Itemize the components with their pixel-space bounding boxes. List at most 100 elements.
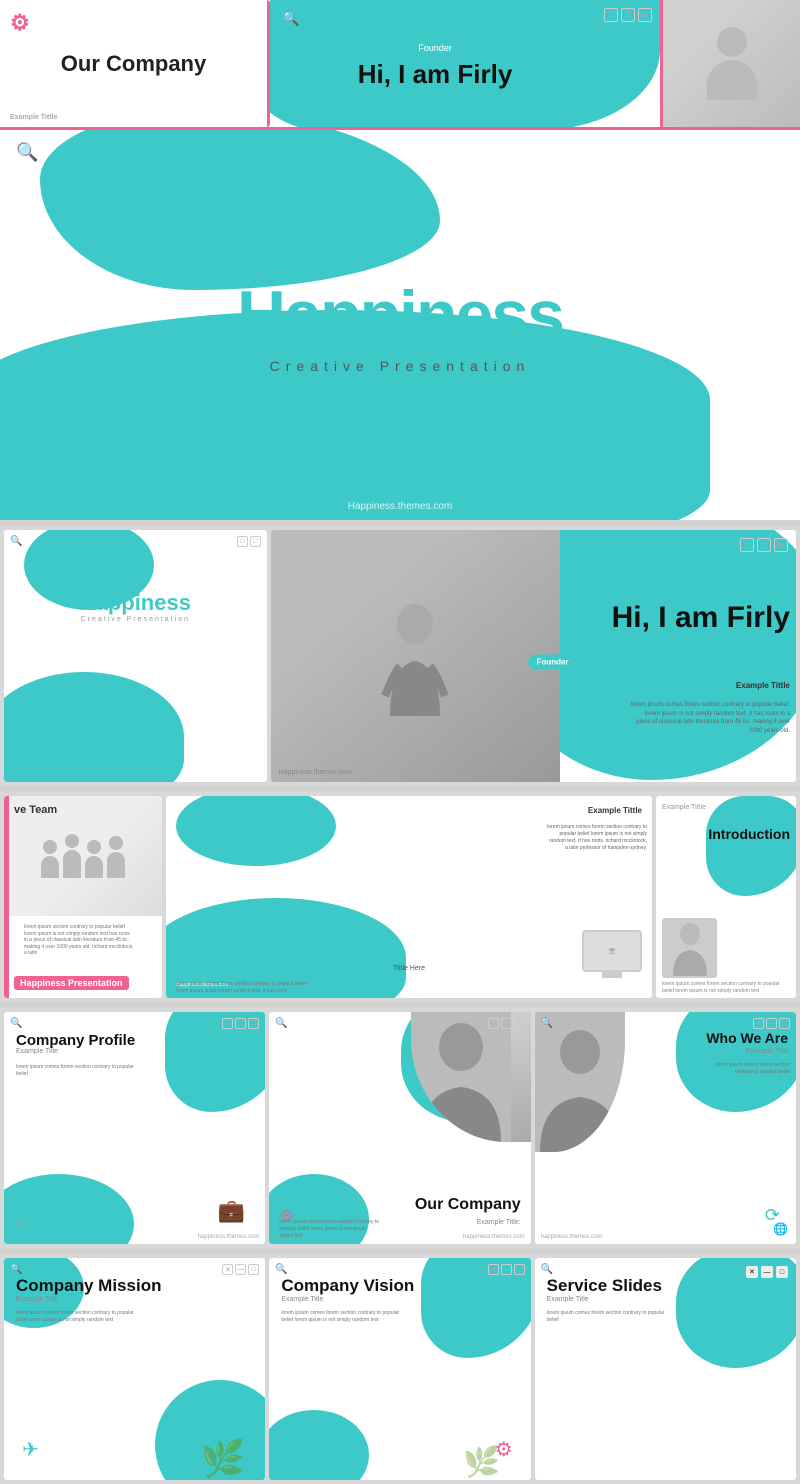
oc-icon-3: □ bbox=[514, 1018, 525, 1029]
vision-decor: 🌿 bbox=[463, 1445, 500, 1480]
founder-badge: Founder bbox=[410, 41, 460, 55]
search-icon-service: 🔍 bbox=[541, 1264, 553, 1275]
mc-body: lorem ipsum comes forem section contrary… bbox=[547, 824, 647, 852]
mission-body: lorem ipsum comes forem section contrary… bbox=[16, 1310, 136, 1324]
top-left-example: Example Tittle bbox=[10, 114, 57, 121]
monitor-shape: 🖥 bbox=[582, 930, 642, 972]
person-name-top: Hi, I am Firly bbox=[358, 59, 513, 90]
who-we-are-subtitle: Example Title bbox=[746, 1048, 788, 1055]
search-icon-happiness: 🔍 bbox=[10, 536, 22, 547]
top-icons-oc: □ □ □ bbox=[488, 1018, 525, 1029]
search-icon-mission: 🔍 bbox=[10, 1264, 22, 1275]
service-body: lorem ipsum comes forem section contrary… bbox=[547, 1310, 667, 1324]
happiness-title: Happiness bbox=[80, 590, 191, 616]
briefcase-icon: 💼 bbox=[218, 1198, 245, 1224]
intro-label: Example Tittle bbox=[662, 804, 706, 811]
our-company-card: 🔍 □ □ □ ⚙ Our Company Example Title: lor… bbox=[269, 1012, 530, 1244]
person-socials: t f in bbox=[740, 538, 788, 552]
person-figure bbox=[380, 596, 450, 716]
monitor-stand bbox=[602, 972, 622, 978]
search-icon: 🔍 bbox=[282, 10, 299, 27]
mission-subtitle: Example Title bbox=[16, 1296, 58, 1303]
team-figure-2 bbox=[63, 834, 81, 878]
search-icon-wwa: 🔍 bbox=[541, 1018, 553, 1029]
top-icons-wwa: ✕ — □ bbox=[753, 1018, 790, 1029]
oc-icon-2: □ bbox=[501, 1018, 512, 1029]
monitor-screen: 🖥 bbox=[608, 948, 616, 955]
vision-body: lorem ipsum comes forem section contrary… bbox=[281, 1310, 401, 1324]
mid-slide-card: Example Tittle lorem ipsum comes forem s… bbox=[166, 796, 652, 998]
row4: 🔍 ✕ — □ Company Mission Example Title lo… bbox=[0, 1254, 800, 1484]
row-large: 🔍 □ □ Happiness Creative Presentation ha… bbox=[0, 526, 800, 786]
team-body: lorem ipsum section contrary to popular … bbox=[14, 922, 144, 959]
top-banner: ⚙ Our Company Example Tittle t f in 🔍 Fo… bbox=[0, 0, 800, 130]
hero-title: Happiness bbox=[237, 276, 563, 354]
team-figure-3 bbox=[85, 840, 103, 878]
service-subtitle: Example Title bbox=[547, 1296, 589, 1303]
cp-icon-3: □ bbox=[248, 1018, 259, 1029]
team-figure-4 bbox=[107, 836, 125, 878]
hero-blob-top bbox=[40, 130, 440, 290]
happiness-sub: Creative Presentation bbox=[81, 616, 190, 623]
vision-title: Company Vision bbox=[281, 1276, 414, 1296]
top-icons-happiness: □ □ bbox=[237, 536, 261, 547]
wwa-icon-sq: □ bbox=[779, 1018, 790, 1029]
cp-icon-1: □ bbox=[222, 1018, 233, 1029]
person-silhouette bbox=[707, 27, 757, 100]
row2: ve Team lorem ipsum section contrary to … bbox=[0, 792, 800, 1002]
search-icon-vision: 🔍 bbox=[275, 1264, 287, 1275]
mc-tittle: Tittle Here bbox=[393, 965, 425, 972]
s-icon-x: ✕ bbox=[746, 1266, 758, 1278]
top-icons-cp: □ □ □ bbox=[222, 1018, 259, 1029]
oc-figure bbox=[411, 1012, 511, 1142]
person-body bbox=[707, 60, 757, 100]
our-company-subtitle: Example Title: bbox=[477, 1219, 521, 1226]
pink-bar-team bbox=[4, 796, 9, 998]
intro-body: lorem ipsum comes forem section contrary… bbox=[662, 981, 790, 994]
person-photo bbox=[271, 530, 560, 782]
cp-icon-2: □ bbox=[235, 1018, 246, 1029]
team-figure-1 bbox=[41, 840, 59, 878]
s-icon-sq: □ bbox=[776, 1266, 788, 1278]
who-we-are-title: Who We Are bbox=[706, 1030, 788, 1046]
team-title: ve Team bbox=[14, 804, 57, 816]
hero-text: Happiness Creative Presentation bbox=[237, 276, 563, 374]
send-icon: ✈ bbox=[22, 1437, 39, 1462]
top-icons-mission: ✕ — □ bbox=[222, 1264, 259, 1275]
person-body-text: lorem ipsum comes forem section contrary… bbox=[630, 701, 790, 735]
row3: 🔍 □ □ □ Company Profile Example Title lo… bbox=[0, 1008, 800, 1248]
wwa-photo bbox=[535, 1012, 625, 1152]
icon-sm-1: □ bbox=[237, 536, 248, 547]
monitor-area: 🖥 bbox=[582, 930, 642, 978]
top-icons-vision: ✕ — □ bbox=[488, 1264, 525, 1275]
person-photo-top bbox=[663, 0, 800, 127]
v-icon-x: ✕ bbox=[488, 1264, 499, 1275]
icon-sm-2: □ bbox=[250, 536, 261, 547]
top-right-slide bbox=[660, 0, 800, 127]
linkedin-icon: in bbox=[638, 8, 652, 22]
who-we-are-card: 🔍 ✕ — □ Who We Are Example Title lorem i… bbox=[535, 1012, 796, 1244]
wwa-icon-x: ✕ bbox=[753, 1018, 764, 1029]
oc-icon-1: □ bbox=[488, 1018, 499, 1029]
who-we-are-body: lorem ipsum comes forem section contrary… bbox=[700, 1062, 790, 1076]
company-profile-body: lorem ipsum comes forem section contrary… bbox=[16, 1064, 136, 1078]
top-mid-slide: t f in 🔍 Founder Hi, I am Firly bbox=[270, 0, 660, 127]
wwa-url: happiness.themes.com bbox=[541, 1234, 603, 1240]
li-icon: in bbox=[774, 538, 788, 552]
company-profile-subtitle: Example Title bbox=[16, 1048, 58, 1055]
company-profile-card: 🔍 □ □ □ Company Profile Example Title lo… bbox=[4, 1012, 265, 1244]
intro-slide-card: Example Tittle Introduction lorem ipsum … bbox=[656, 796, 796, 998]
company-profile-badge: 01 bbox=[16, 1221, 25, 1230]
intro-person-img bbox=[662, 918, 717, 978]
team-figures bbox=[41, 834, 125, 878]
cp-blob-bl bbox=[4, 1174, 134, 1244]
team-slide-card: ve Team lorem ipsum section contrary to … bbox=[4, 796, 162, 998]
vision-blob-bl bbox=[269, 1410, 369, 1480]
facebook-icon: f bbox=[621, 8, 635, 22]
social-icons: t f in bbox=[604, 8, 652, 22]
v-icon-m: — bbox=[501, 1264, 512, 1275]
intro-blob bbox=[706, 796, 796, 896]
hero-url: Happiness.themes.com bbox=[348, 501, 453, 512]
service-title: Service Slides bbox=[547, 1276, 662, 1296]
search-icon-cp: 🔍 bbox=[10, 1018, 22, 1029]
